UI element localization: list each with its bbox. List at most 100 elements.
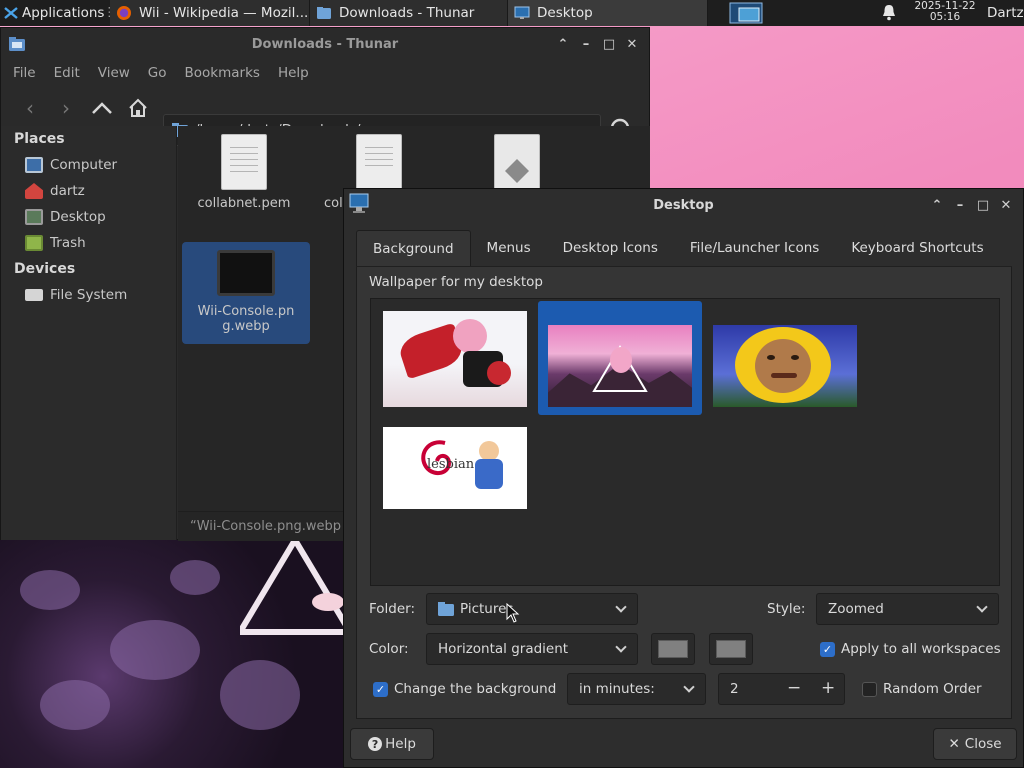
back-arrow-icon: ‹: [26, 96, 34, 120]
wallpaper-triangle: [240, 540, 345, 635]
file-item[interactable]: collabnet.pem: [180, 126, 308, 226]
tab-keyboard-shortcuts[interactable]: Keyboard Shortcuts: [835, 230, 999, 266]
menu-edit[interactable]: Edit: [54, 65, 80, 81]
interval-spinner[interactable]: 2 − +: [718, 673, 845, 705]
style-select[interactable]: Zoomed: [816, 593, 999, 625]
color-button-2[interactable]: [709, 633, 753, 665]
menu-go[interactable]: Go: [148, 65, 167, 81]
random-order-checkbox[interactable]: Random Order: [862, 681, 982, 697]
forward-button[interactable]: ›: [51, 93, 81, 123]
wallpaper-image: [548, 325, 692, 407]
notification-bell-icon[interactable]: [880, 4, 898, 22]
wallpaper-text: lesbian: [427, 457, 475, 472]
wallpaper-thumb[interactable]: [703, 301, 867, 415]
document-icon: [356, 134, 402, 190]
chevron-down-icon: [683, 681, 695, 693]
wallpaper-gallery[interactable]: lesbian: [370, 298, 1000, 586]
home-button[interactable]: [123, 93, 153, 123]
color-swatch: [716, 640, 746, 658]
sidebar-item-filesystem[interactable]: File System: [1, 282, 176, 308]
sidebar-item-label: Trash: [50, 235, 86, 251]
wallpaper-dark-region: [0, 540, 345, 768]
tab-file-launcher-icons[interactable]: File/Launcher Icons: [674, 230, 835, 266]
sidebar-item-dartz[interactable]: dartz: [1, 178, 176, 204]
task-firefox[interactable]: Wii - Wikipedia — Mozil...: [110, 0, 310, 26]
forward-arrow-icon: ›: [62, 96, 70, 120]
wallpaper-thumb[interactable]: [373, 301, 537, 415]
thunar-titlebar[interactable]: Downloads - Thunar ⌃ – □ ✕: [1, 28, 649, 60]
chevron-down-icon: [615, 641, 627, 653]
folder-select[interactable]: Pictures: [426, 593, 638, 625]
menu-view[interactable]: View: [98, 65, 130, 81]
applications-label: Applications: [22, 5, 105, 21]
change-background-label: Change the background: [394, 681, 557, 697]
tab-background[interactable]: Background: [356, 230, 471, 266]
maximize-icon[interactable]: □: [602, 37, 616, 52]
color-swatch: [658, 640, 688, 658]
wallpaper-thumb[interactable]: lesbian: [373, 417, 537, 531]
close-button[interactable]: ✕ Close: [933, 728, 1017, 760]
thunar-window-controls: ⌃ – □ ✕: [556, 28, 639, 60]
close-icon[interactable]: ✕: [625, 37, 639, 52]
color-mode-select[interactable]: Horizontal gradient: [426, 633, 638, 665]
desktop-titlebar[interactable]: Desktop ⌃ – □ ✕: [344, 189, 1023, 221]
task-thunar[interactable]: Downloads - Thunar: [310, 0, 508, 26]
thunar-app-icon: [9, 37, 25, 51]
applications-menu[interactable]: Applications ☰: [0, 0, 110, 26]
menu-help[interactable]: Help: [278, 65, 309, 81]
mouse-cursor-icon: [506, 602, 520, 627]
interval-unit-value: in minutes:: [579, 681, 655, 697]
chevron-down-icon: [615, 601, 627, 613]
up-arrow-icon: [92, 102, 112, 114]
sidebar-item-label: Computer: [50, 157, 118, 173]
file-name: Wii-Console.png.webp: [197, 304, 295, 334]
task-desktop-settings[interactable]: Desktop: [508, 0, 708, 26]
close-icon[interactable]: ✕: [999, 198, 1013, 213]
desktop-settings-icon: [349, 193, 369, 213]
apply-all-workspaces-checkbox[interactable]: ✓ Apply to all workspaces: [820, 641, 1001, 657]
interval-number: 2: [730, 681, 739, 697]
menu-bookmarks[interactable]: Bookmarks: [185, 65, 260, 81]
user-menu[interactable]: Dartz: [987, 0, 1024, 26]
chevron-down-icon: [976, 601, 988, 613]
sidebar-item-computer[interactable]: Computer: [1, 152, 176, 178]
sidebar-item-trash[interactable]: Trash: [1, 230, 176, 256]
color-button-1[interactable]: [651, 633, 695, 665]
help-button[interactable]: ? Help: [350, 728, 434, 760]
wallpaper-image: [713, 325, 857, 407]
minimize-icon[interactable]: –: [579, 37, 593, 52]
clock[interactable]: 2025-11-22 05:16: [908, 1, 982, 25]
clock-time: 05:16: [929, 11, 961, 23]
workspace-icon: [729, 2, 763, 24]
file-item-selected[interactable]: Wii-Console.png.webp: [182, 242, 310, 344]
help-icon: ?: [368, 737, 383, 751]
places-header: Places: [14, 131, 65, 147]
maximize-icon[interactable]: □: [976, 198, 990, 213]
menu-file[interactable]: File: [13, 65, 36, 81]
checkbox-checked-icon: ✓: [820, 641, 835, 657]
task-label: Downloads - Thunar: [339, 5, 475, 21]
tab-desktop-icons[interactable]: Desktop Icons: [547, 230, 674, 266]
increment-button[interactable]: +: [821, 678, 835, 698]
thunar-title: Downloads - Thunar: [251, 36, 399, 52]
sidebar-item-label: dartz: [50, 183, 85, 199]
home-icon: [129, 98, 147, 117]
tab-menus[interactable]: Menus: [471, 230, 547, 266]
workspace-switcher[interactable]: [728, 1, 764, 25]
shade-icon[interactable]: ⌃: [930, 198, 944, 213]
back-button[interactable]: ‹: [15, 93, 45, 123]
decrement-button[interactable]: −: [787, 678, 801, 698]
file-item[interactable]: [453, 126, 581, 190]
file-name: collabnet.pem: [197, 196, 291, 211]
interval-unit-select[interactable]: in minutes:: [567, 673, 706, 705]
shade-icon[interactable]: ⌃: [556, 37, 570, 52]
task-label: Wii - Wikipedia — Mozil...: [139, 5, 309, 21]
desktop-settings-window: Desktop ⌃ – □ ✕ Background Menus Desktop…: [343, 188, 1024, 768]
random-order-label: Random Order: [883, 681, 982, 697]
up-button[interactable]: [87, 93, 117, 123]
change-background-checkbox[interactable]: ✓ Change the background: [373, 681, 556, 697]
sidebar-item-desktop[interactable]: Desktop: [1, 204, 176, 230]
wallpaper-thumb-selected[interactable]: [538, 301, 702, 415]
color-mode-value: Horizontal gradient: [438, 641, 569, 657]
minimize-icon[interactable]: –: [953, 198, 967, 213]
